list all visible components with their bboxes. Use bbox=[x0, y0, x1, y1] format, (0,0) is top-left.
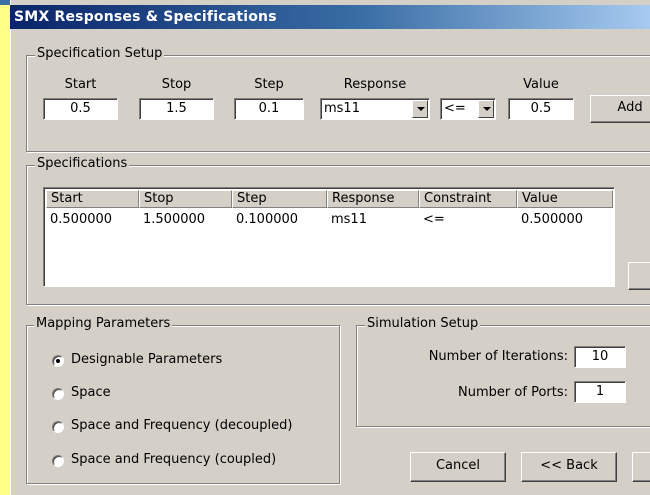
radio-label: Designable Parameters bbox=[71, 352, 223, 367]
chevron-down-icon[interactable] bbox=[478, 100, 494, 118]
simulation-setup-group bbox=[356, 325, 650, 427]
row-step-cell: 0.100000 bbox=[236, 212, 299, 227]
column-header-response[interactable]: Response bbox=[327, 190, 419, 208]
radio-button[interactable] bbox=[52, 388, 64, 400]
specifications-legend: Specifications bbox=[35, 156, 130, 171]
row-response-cell: ms11 bbox=[331, 212, 367, 227]
radio-label: Space bbox=[71, 385, 111, 400]
add-button[interactable]: Add bbox=[590, 95, 650, 123]
radio-button[interactable] bbox=[52, 355, 64, 367]
desktop-background bbox=[0, 0, 10, 495]
column-header-value[interactable]: Value bbox=[517, 190, 613, 208]
next-button[interactable] bbox=[632, 452, 650, 482]
response-label: Response bbox=[343, 77, 407, 92]
radio-button[interactable] bbox=[52, 421, 64, 433]
simulation-setup-legend: Simulation Setup bbox=[365, 316, 481, 331]
response-select-value: ms11 bbox=[324, 101, 360, 116]
stop-input[interactable]: 1.5 bbox=[139, 98, 214, 120]
specification-setup-legend: Specification Setup bbox=[35, 46, 165, 61]
start-label: Start bbox=[64, 77, 97, 92]
cancel-button[interactable]: Cancel bbox=[410, 452, 506, 482]
window-title: SMX Responses & Specifications bbox=[14, 9, 277, 25]
value-input[interactable]: 0.5 bbox=[508, 98, 574, 120]
iterations-input[interactable]: 10 bbox=[574, 346, 626, 368]
mapping-parameters-legend: Mapping Parameters bbox=[34, 316, 173, 331]
radio-label: Space and Frequency (coupled) bbox=[71, 452, 277, 467]
radio-label: Space and Frequency (decoupled) bbox=[71, 418, 293, 433]
row-constraint-cell: <= bbox=[423, 212, 445, 227]
row-value-cell: 0.500000 bbox=[521, 212, 584, 227]
row-start-cell: 0.500000 bbox=[50, 212, 113, 227]
iterations-label: Number of Iterations: bbox=[428, 349, 568, 364]
title-bar[interactable]: SMX Responses & Specifications bbox=[10, 5, 650, 29]
stop-label: Stop bbox=[161, 77, 192, 92]
value-label: Value bbox=[523, 77, 559, 92]
column-header-stop[interactable]: Stop bbox=[139, 190, 232, 208]
column-header-start[interactable]: Start bbox=[46, 190, 139, 208]
column-header-step[interactable]: Step bbox=[232, 190, 327, 208]
back-button[interactable]: << Back bbox=[521, 452, 617, 482]
response-select[interactable]: ms11 bbox=[320, 98, 430, 120]
ports-input[interactable]: 1 bbox=[574, 381, 626, 403]
constraint-select[interactable]: <= bbox=[440, 98, 496, 120]
column-header-constraint[interactable]: Constraint bbox=[419, 190, 517, 208]
row-stop-cell: 1.500000 bbox=[143, 212, 206, 227]
radio-button[interactable] bbox=[52, 455, 64, 467]
chevron-down-icon[interactable] bbox=[412, 100, 428, 118]
constraint-select-value: <= bbox=[444, 101, 466, 116]
step-input[interactable]: 0.1 bbox=[234, 98, 304, 120]
step-label: Step bbox=[254, 77, 284, 92]
remove-button[interactable] bbox=[628, 262, 650, 290]
start-input[interactable]: 0.5 bbox=[43, 98, 118, 120]
specifications-list[interactable]: Start Stop Step Response Constraint Valu… bbox=[43, 187, 615, 287]
ports-label: Number of Ports: bbox=[458, 385, 568, 400]
